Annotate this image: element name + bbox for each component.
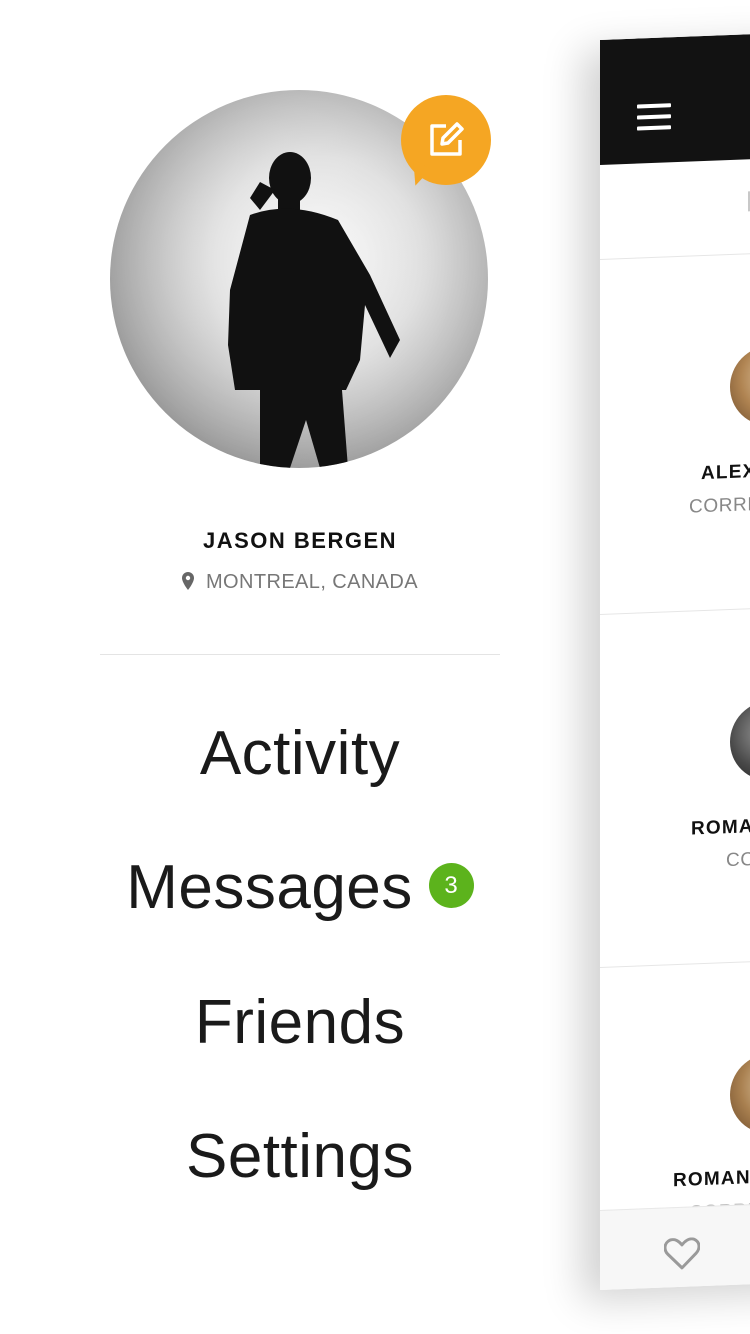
user-name: JASON BERGEN bbox=[202, 528, 398, 553]
card-avatar bbox=[730, 343, 750, 428]
heart-icon[interactable] bbox=[664, 1237, 700, 1270]
side-drawer: JASON BERGEN MONTREAL, CANADA Activity M… bbox=[0, 0, 600, 1334]
edit-profile-button[interactable] bbox=[401, 95, 491, 189]
menu-item-activity-label: Activity bbox=[199, 719, 401, 788]
profile-avatar-group bbox=[110, 90, 491, 470]
user-location-text: MONTREAL, CANADA bbox=[206, 571, 418, 593]
menu-item-settings[interactable]: Settings bbox=[0, 1121, 600, 1192]
edit-icon bbox=[430, 122, 464, 156]
tab-strip bbox=[600, 155, 750, 260]
card-avatar bbox=[730, 1051, 750, 1136]
menu-item-messages[interactable]: Messages 3 bbox=[0, 852, 600, 923]
menu-item-messages-label: Messages bbox=[126, 853, 413, 922]
card-subtitle: CORRE bbox=[689, 493, 750, 518]
location-pin-icon bbox=[182, 572, 194, 590]
bottom-tab-bar bbox=[600, 1200, 750, 1290]
menu-item-friends[interactable]: Friends bbox=[0, 987, 600, 1058]
card-subtitle: CO bbox=[726, 849, 750, 872]
card-avatar bbox=[730, 698, 750, 783]
card-name: ROMAN bbox=[673, 1167, 750, 1192]
card-name: ALEX bbox=[701, 460, 750, 485]
user-location: MONTREAL, CANADA bbox=[0, 571, 600, 594]
top-bar bbox=[600, 30, 750, 165]
feed-card[interactable]: ROMA CO bbox=[600, 605, 750, 968]
menu-item-friends-label: Friends bbox=[194, 988, 406, 1057]
divider bbox=[100, 654, 500, 655]
menu-item-settings-label: Settings bbox=[185, 1122, 415, 1191]
main-panel[interactable]: ALEX CORRE ROMA CO ROMAN CORRE bbox=[600, 30, 750, 1290]
feed-card[interactable]: ALEX CORRE bbox=[600, 250, 750, 615]
hamburger-menu-icon[interactable] bbox=[637, 103, 671, 131]
card-name: ROMA bbox=[691, 816, 750, 840]
messages-count-badge: 3 bbox=[428, 863, 474, 909]
menu-item-activity[interactable]: Activity bbox=[0, 718, 600, 789]
feed-card[interactable]: ROMAN CORRE bbox=[600, 958, 750, 1224]
